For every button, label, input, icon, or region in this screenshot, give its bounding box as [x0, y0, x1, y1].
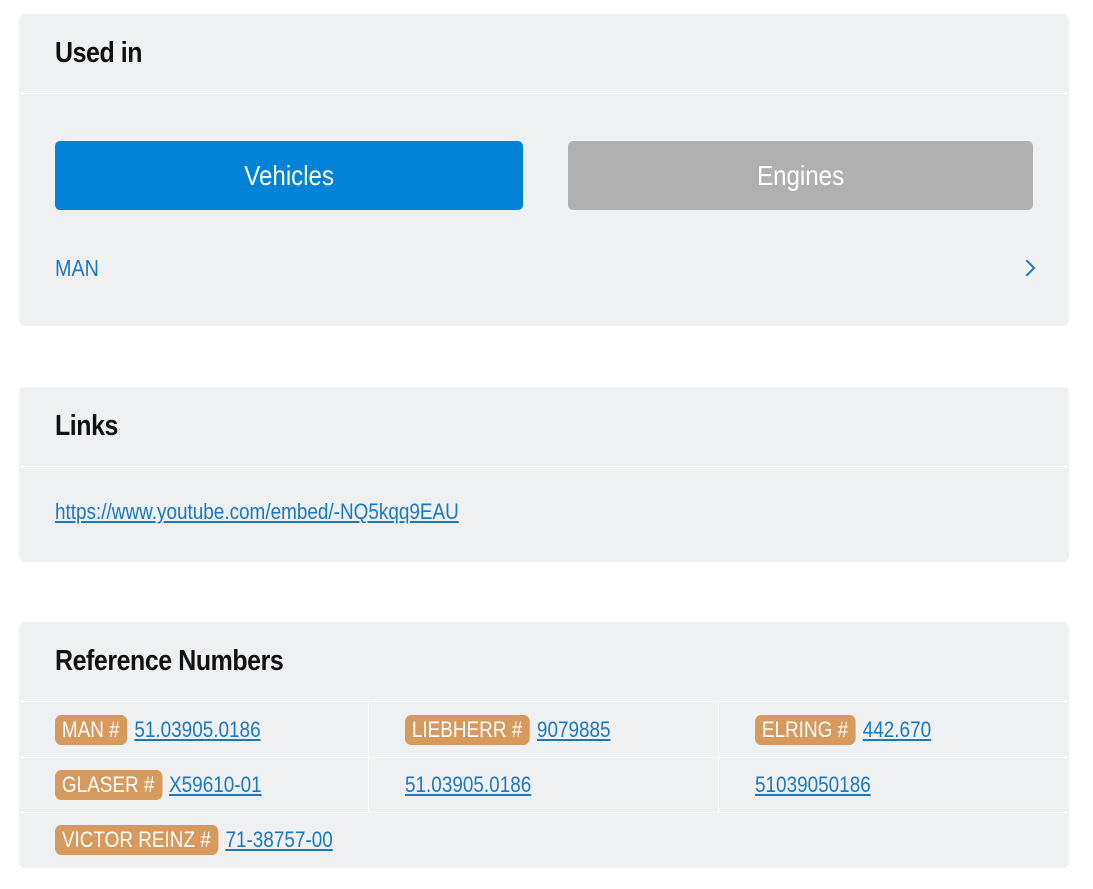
reference-numbers-card: Reference Numbers MAN # 51.03905.0186 LI…	[19, 622, 1069, 868]
links-title: Links	[55, 410, 118, 442]
manufacturer-badge: GLASER #	[55, 770, 163, 800]
used-in-tabs: Vehicles Engines	[55, 141, 1033, 210]
brand-row-man[interactable]: MAN	[55, 250, 1039, 286]
links-card: Links https://www.youtube.com/embed/-NQ5…	[19, 387, 1069, 562]
reference-number-link[interactable]: 51.03905.0186	[134, 717, 260, 743]
manufacturer-badge: ELRING #	[755, 715, 856, 745]
reference-number-link[interactable]: 51039050186	[755, 772, 871, 798]
video-link[interactable]: https://www.youtube.com/embed/-NQ5kqq9EA…	[55, 499, 459, 525]
chevron-right-icon	[1018, 259, 1036, 277]
manufacturer-badge: MAN #	[55, 715, 128, 745]
reference-grid: MAN # 51.03905.0186 LIEBHERR # 9079885 E…	[19, 703, 1069, 868]
reference-row: VICTOR REINZ # 71-38757-00	[19, 813, 1069, 868]
reference-cell: ELRING # 442.670	[718, 703, 1069, 757]
reference-numbers-header: Reference Numbers	[19, 622, 1069, 702]
reference-number-link[interactable]: 9079885	[537, 717, 611, 743]
manufacturer-badge: VICTOR REINZ #	[55, 825, 219, 855]
reference-row: MAN # 51.03905.0186 LIEBHERR # 9079885 E…	[19, 703, 1069, 758]
tab-vehicles[interactable]: Vehicles	[55, 141, 523, 210]
tab-engines[interactable]: Engines	[568, 141, 1033, 210]
reference-cell: 51039050186	[718, 758, 1069, 812]
tab-engines-label: Engines	[756, 159, 845, 191]
links-header: Links	[19, 387, 1069, 467]
reference-number-link[interactable]: 442.670	[863, 717, 931, 743]
used-in-card: Used in Vehicles Engines MAN	[19, 14, 1069, 326]
manufacturer-badge: LIEBHERR #	[405, 715, 531, 745]
reference-cell: MAN # 51.03905.0186	[19, 703, 368, 757]
reference-cell: VICTOR REINZ # 71-38757-00	[19, 813, 619, 867]
reference-number-link[interactable]: X59610-01	[169, 772, 262, 798]
reference-cell: LIEBHERR # 9079885	[368, 703, 718, 757]
reference-numbers-title: Reference Numbers	[55, 645, 284, 677]
reference-cell: GLASER # X59610-01	[19, 758, 368, 812]
used-in-header: Used in	[19, 14, 1069, 94]
reference-cell: 51.03905.0186	[368, 758, 718, 812]
brand-label: MAN	[55, 254, 99, 281]
reference-number-link[interactable]: 71-38757-00	[225, 827, 332, 853]
reference-row: GLASER # X59610-01 51.03905.0186 5103905…	[19, 758, 1069, 813]
tab-vehicles-label: Vehicles	[244, 159, 334, 191]
used-in-title: Used in	[55, 37, 143, 69]
reference-number-link[interactable]: 51.03905.0186	[405, 772, 531, 798]
